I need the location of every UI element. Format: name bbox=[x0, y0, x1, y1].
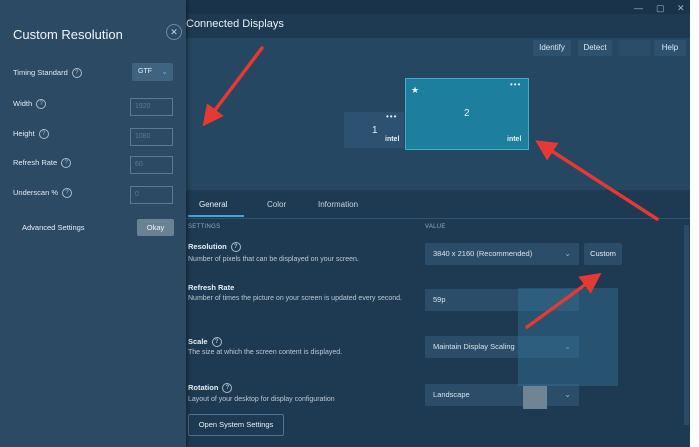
refresh-rate-title: Refresh Rate bbox=[188, 283, 234, 292]
timing-standard-value: GTF bbox=[138, 68, 152, 75]
overlay-highlight bbox=[518, 288, 618, 386]
underscan-label-text: Underscan % bbox=[13, 188, 59, 197]
scale-value: Maintain Display Scaling bbox=[433, 342, 515, 351]
display-1-tile[interactable]: ••• 1 intel bbox=[344, 112, 404, 148]
help-circle-icon[interactable]: ? bbox=[230, 242, 241, 253]
help-circle-icon[interactable]: ? bbox=[36, 99, 47, 110]
help-circle-icon[interactable]: ? bbox=[222, 383, 233, 394]
refresh-rate-label-text: Refresh Rate bbox=[13, 158, 58, 167]
help-circle-icon[interactable]: ? bbox=[211, 337, 222, 348]
timing-standard-label: Timing Standard? bbox=[13, 68, 82, 79]
tab-information[interactable]: Information bbox=[318, 200, 358, 209]
display-brand: intel bbox=[507, 136, 522, 143]
timing-standard-select[interactable]: GTF ⌄ bbox=[132, 63, 173, 81]
width-label: Width? bbox=[13, 99, 47, 110]
chevron-down-icon: ⌄ bbox=[161, 67, 168, 76]
scrollbar[interactable] bbox=[684, 225, 689, 425]
star-icon: ★ bbox=[411, 85, 420, 95]
rotation-select[interactable]: Landscape ⌄ bbox=[425, 384, 579, 406]
overlay-highlight-small bbox=[523, 386, 547, 409]
display-number: 1 bbox=[372, 125, 378, 136]
help-circle-icon[interactable]: ? bbox=[71, 68, 82, 79]
detect-button[interactable]: Detect bbox=[578, 40, 612, 56]
refresh-rate-description: Number of times the picture on your scre… bbox=[188, 295, 402, 302]
scale-title-text: Scale bbox=[188, 337, 208, 346]
tab-color[interactable]: Color bbox=[267, 200, 286, 209]
height-field[interactable]: 1080 bbox=[130, 128, 173, 146]
tab-bar bbox=[186, 192, 690, 219]
panel-title: Custom Resolution bbox=[13, 27, 123, 42]
rotation-value: Landscape bbox=[433, 390, 470, 399]
help-button[interactable]: Help bbox=[654, 40, 686, 56]
display-number: 2 bbox=[464, 108, 470, 119]
page-title: Connected Displays bbox=[186, 18, 284, 30]
active-tab-indicator bbox=[188, 215, 244, 217]
resolution-description: Number of pixels that can be displayed o… bbox=[188, 256, 359, 263]
chevron-down-icon: ⌄ bbox=[564, 390, 571, 399]
resolution-title-text: Resolution bbox=[188, 242, 227, 251]
tab-general[interactable]: General bbox=[199, 200, 227, 209]
close-icon[interactable]: ✕ bbox=[166, 24, 182, 40]
refresh-rate-field[interactable]: 60 bbox=[130, 156, 173, 174]
app-window: — ▢ ✕ Connected Displays Identify Detect… bbox=[0, 0, 690, 447]
value-column-header: VALUE bbox=[425, 224, 446, 230]
okay-button[interactable]: Okay bbox=[137, 219, 174, 236]
resolution-value: 3840 x 2160 (Recommended) bbox=[433, 249, 533, 258]
scale-description: The size at which the screen content is … bbox=[188, 349, 343, 356]
width-field[interactable]: 1920 bbox=[130, 98, 173, 116]
timing-standard-label-text: Timing Standard bbox=[13, 68, 68, 77]
chevron-down-icon: ⌄ bbox=[564, 249, 571, 258]
underscan-label: Underscan %? bbox=[13, 188, 73, 199]
custom-resolution-panel: Custom Resolution ✕ Timing Standard? GTF… bbox=[0, 0, 186, 447]
help-circle-icon[interactable]: ? bbox=[61, 158, 72, 169]
help-circle-icon[interactable]: ? bbox=[62, 188, 73, 199]
height-label: Height? bbox=[13, 129, 49, 140]
refresh-rate-label: Refresh Rate? bbox=[13, 158, 72, 169]
settings-column-header: SETTINGS bbox=[188, 224, 221, 230]
rotation-description: Layout of your desktop for display confi… bbox=[188, 396, 335, 403]
more-dots-icon[interactable]: ••• bbox=[386, 112, 397, 121]
refresh-rate-title-text: Refresh Rate bbox=[188, 283, 235, 292]
scale-title: Scale? bbox=[188, 337, 222, 348]
maximize-icon[interactable]: ▢ bbox=[656, 3, 665, 14]
minimize-icon[interactable]: — bbox=[634, 3, 643, 13]
close-window-icon[interactable]: ✕ bbox=[677, 3, 685, 14]
width-label-text: Width bbox=[13, 99, 33, 108]
open-system-settings-button[interactable]: Open System Settings bbox=[188, 414, 284, 436]
height-label-text: Height bbox=[13, 129, 35, 138]
display-brand: intel bbox=[385, 136, 400, 143]
rotation-title-text: Rotation bbox=[188, 383, 219, 392]
resolution-title: Resolution? bbox=[188, 242, 241, 253]
custom-resolution-button[interactable]: Custom bbox=[584, 243, 622, 265]
help-circle-icon[interactable]: ? bbox=[38, 129, 49, 140]
underscan-field[interactable]: 0 bbox=[130, 186, 173, 204]
identify-button[interactable]: Identify bbox=[533, 40, 571, 56]
refresh-rate-value: 59p bbox=[433, 295, 446, 304]
advanced-settings-link[interactable]: Advanced Settings bbox=[22, 223, 85, 232]
arrange-button[interactable] bbox=[619, 40, 651, 56]
resolution-select[interactable]: 3840 x 2160 (Recommended) ⌄ bbox=[425, 243, 579, 265]
rotation-title: Rotation? bbox=[188, 383, 233, 394]
more-dots-icon[interactable]: ••• bbox=[510, 80, 521, 89]
display-2-tile[interactable]: ★ ••• 2 intel bbox=[405, 78, 529, 150]
